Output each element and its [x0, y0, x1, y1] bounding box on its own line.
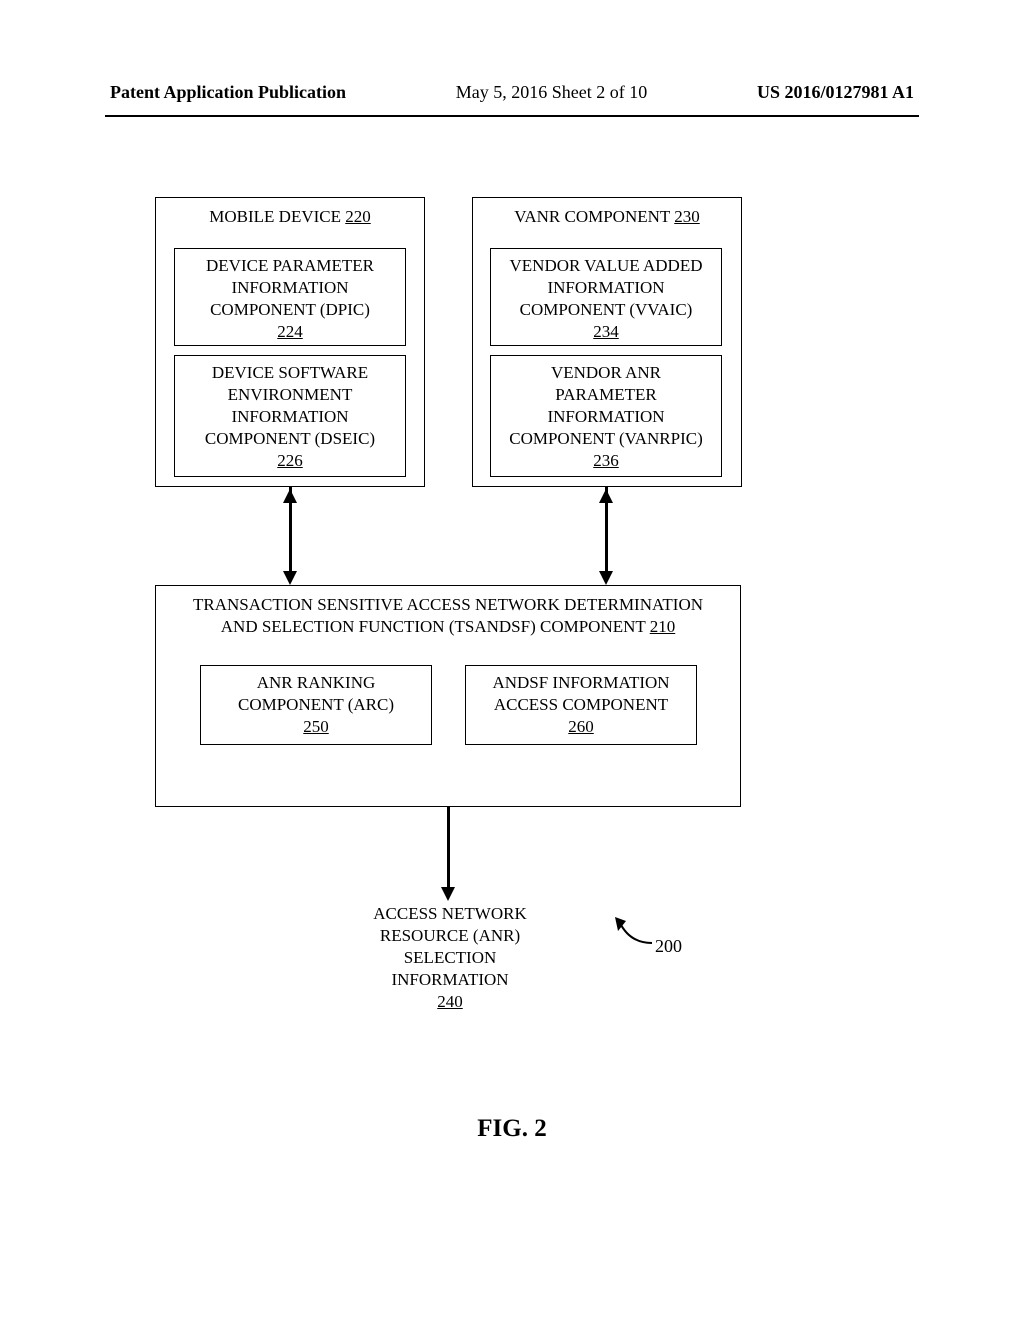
- vanr-component-title: VANR COMPONENT 230: [514, 206, 699, 228]
- header-left: Patent Application Publication: [110, 82, 346, 103]
- page-header: Patent Application Publication May 5, 20…: [0, 0, 1024, 115]
- dpic-box: DEVICE PARAMETER INFORMATION COMPONENT (…: [174, 248, 406, 346]
- mobile-device-title: MOBILE DEVICE 220: [209, 206, 370, 228]
- header-divider: [105, 115, 919, 117]
- output-text: ACCESS NETWORK RESOURCE (ANR) SELECTION …: [300, 903, 600, 1013]
- header-right: US 2016/0127981 A1: [757, 82, 914, 103]
- arrow-vanr-to-tsandsf-down: [599, 571, 613, 585]
- figure-caption: FIG. 2: [0, 1115, 1024, 1143]
- arrow-vanr-to-tsandsf-up: [599, 489, 613, 503]
- header-center: May 5, 2016 Sheet 2 of 10: [456, 82, 647, 103]
- arrow-md-to-tsandsf-down: [283, 571, 297, 585]
- arrow-md-to-tsandsf-up: [283, 489, 297, 503]
- dseic-box: DEVICE SOFTWARE ENVIRONMENT INFORMATION …: [174, 355, 406, 477]
- arc-box: ANR RANKING COMPONENT (ARC) 250: [200, 665, 432, 745]
- vanrpic-box: VENDOR ANR PARAMETER INFORMATION COMPONE…: [490, 355, 722, 477]
- andsf-box: ANDSF INFORMATION ACCESS COMPONENT 260: [465, 665, 697, 745]
- system-ref-label: 200: [655, 936, 682, 957]
- arrow-tsandsf-to-output-line: [447, 807, 450, 889]
- vvaic-box: VENDOR VALUE ADDED INFORMATION COMPONENT…: [490, 248, 722, 346]
- arrow-tsandsf-to-output-down: [441, 887, 455, 901]
